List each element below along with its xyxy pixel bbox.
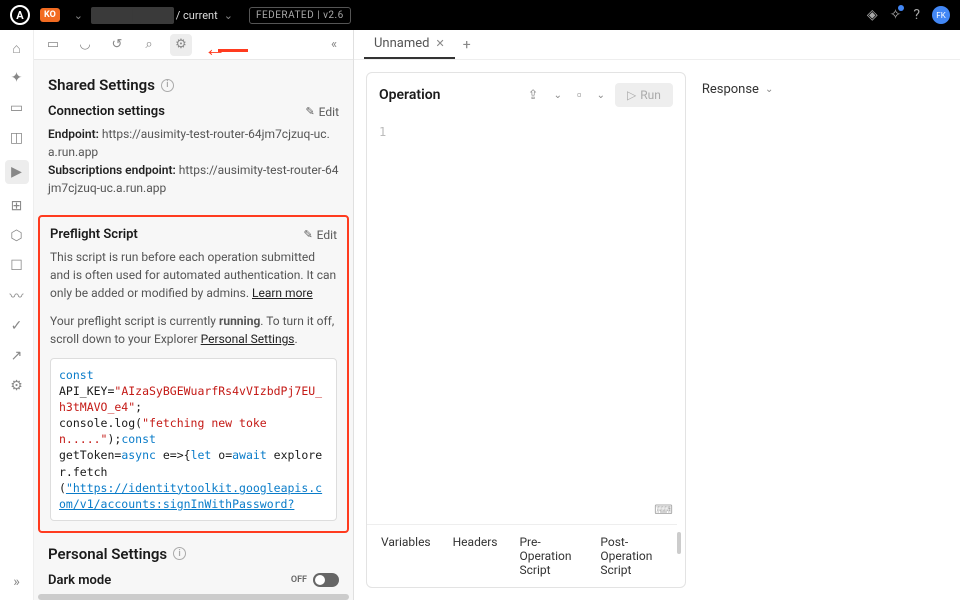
endpoint-row: Endpoint: https://ausimity-test-router-6… (48, 125, 339, 161)
connection-title: Connection settings (48, 104, 165, 119)
close-icon[interactable]: ✕ (436, 37, 445, 50)
home-icon[interactable]: ⌂ (9, 40, 25, 56)
chevron-down-icon[interactable]: ⌄ (554, 90, 562, 101)
edit-connection-button[interactable]: ✎Edit (305, 105, 339, 119)
horizontal-scrollbar[interactable] (38, 594, 349, 600)
run-button[interactable]: ▷ Run (615, 83, 673, 107)
tab-pre-op-script[interactable]: Pre-Operation Script (519, 535, 578, 577)
apollo-logo[interactable]: A (10, 5, 30, 25)
explorer-icon[interactable]: ▶ (5, 160, 29, 184)
preflight-desc: This script is run before each operation… (50, 248, 337, 302)
dark-mode-toggle[interactable]: OFF (291, 573, 339, 587)
metrics-icon[interactable]: 〰 (9, 288, 25, 304)
doc-icon[interactable]: ▭ (9, 100, 25, 116)
shared-settings-title: Shared Settings i (48, 76, 339, 94)
dark-mode-row: Dark mode OFF (48, 573, 339, 588)
settings-icon[interactable]: ⚙ (9, 378, 25, 394)
search-icon[interactable]: ⌕ (138, 34, 160, 56)
org-badge: KO (40, 8, 60, 22)
left-nav: ⌂ ✦ ▭ ◫ ▶ ⊞ ⬡ ☐ 〰 ✓ ↗ ⚙ » (0, 30, 34, 600)
expand-icon[interactable]: » (9, 574, 25, 590)
chevron-down-icon[interactable]: ⌄ (597, 90, 605, 101)
settings-panel: ▭ ◡ ↺ ⌕ ⚙ « Shared Settings i Connection… (34, 30, 354, 600)
preflight-title: Preflight Script (50, 227, 138, 242)
help-icon[interactable]: ? (913, 7, 920, 23)
sparkle-icon[interactable]: ✦ (9, 70, 25, 86)
breadcrumb-variant[interactable]: / current (176, 9, 218, 22)
clients-icon[interactable]: ☐ (9, 258, 25, 274)
preflight-status: Your preflight script is currently runni… (50, 312, 337, 348)
schema-icon[interactable]: ◫ (9, 130, 25, 146)
announcements-icon[interactable]: ✧ (890, 7, 902, 23)
bookmark-icon[interactable]: ◡ (74, 34, 96, 56)
breadcrumb-graph[interactable]: ██████ (91, 7, 174, 24)
preflight-code: const API_KEY="AIzaSyBGEWuarfRs4vVIzbdPj… (50, 358, 337, 521)
tab-variables[interactable]: Variables (381, 535, 431, 577)
edit-preflight-button[interactable]: ✎Edit (303, 228, 337, 242)
keyboard-shortcuts-icon[interactable]: ⌨ (654, 503, 673, 518)
preflight-highlight: Preflight Script ✎Edit This script is ru… (38, 215, 349, 533)
operation-pane: Operation ⇪ ⌄ ▫ ⌄ ▷ Run 1 ⌨ Variables He… (366, 72, 686, 588)
code-editor[interactable]: 1 (367, 117, 685, 497)
response-header[interactable]: Response ⌄ (702, 82, 944, 97)
operation-title: Operation (379, 87, 513, 103)
info-icon[interactable]: i (173, 547, 186, 560)
operation-tab[interactable]: Unnamed ✕ (364, 30, 455, 59)
subgraphs-icon[interactable]: ⬡ (9, 228, 25, 244)
launches-icon[interactable]: ↗ (9, 348, 25, 364)
history-icon[interactable]: ↺ (106, 34, 128, 56)
learn-more-link[interactable]: Learn more (252, 286, 313, 300)
subs-endpoint-row: Subscriptions endpoint: https://ausimity… (48, 161, 339, 197)
tab-headers[interactable]: Headers (453, 535, 498, 577)
gear-icon[interactable]: ⚙ (170, 34, 192, 56)
response-pane: Response ⌄ (698, 72, 948, 588)
collapse-panel-icon[interactable]: « (323, 34, 345, 56)
vertical-scrollbar[interactable] (677, 532, 681, 554)
visibility-icon[interactable]: ◈ (867, 7, 878, 23)
chevron-down-icon[interactable]: ⌄ (74, 9, 83, 22)
info-icon[interactable]: i (161, 79, 174, 92)
workspace: Unnamed ✕ + Operation ⇪ ⌄ ▫ ⌄ ▷ Run 1 ⌨ (354, 30, 960, 600)
tab-post-op-script[interactable]: Post-Operation Script (600, 535, 662, 577)
connection-settings: Connection settings ✎Edit Endpoint: http… (48, 104, 339, 197)
save-icon[interactable]: ▫ (572, 84, 587, 106)
chevron-down-icon[interactable]: ⌄ (765, 84, 773, 95)
avatar[interactable]: FK (932, 6, 950, 24)
annotation-arrow (204, 36, 248, 62)
personal-settings-title: Personal Settings i (48, 545, 339, 563)
add-icon[interactable]: ⊞ (9, 198, 25, 214)
chevron-down-icon[interactable]: ⌄ (224, 9, 233, 22)
new-tab-button[interactable]: + (463, 37, 471, 53)
personal-settings-link[interactable]: Personal Settings (201, 332, 295, 346)
share-icon[interactable]: ⇪ (523, 85, 544, 106)
checks-icon[interactable]: ✓ (9, 318, 25, 334)
docs-tab-icon[interactable]: ▭ (42, 34, 64, 56)
federation-tag: FEDERATED | v2.6 (249, 7, 351, 24)
